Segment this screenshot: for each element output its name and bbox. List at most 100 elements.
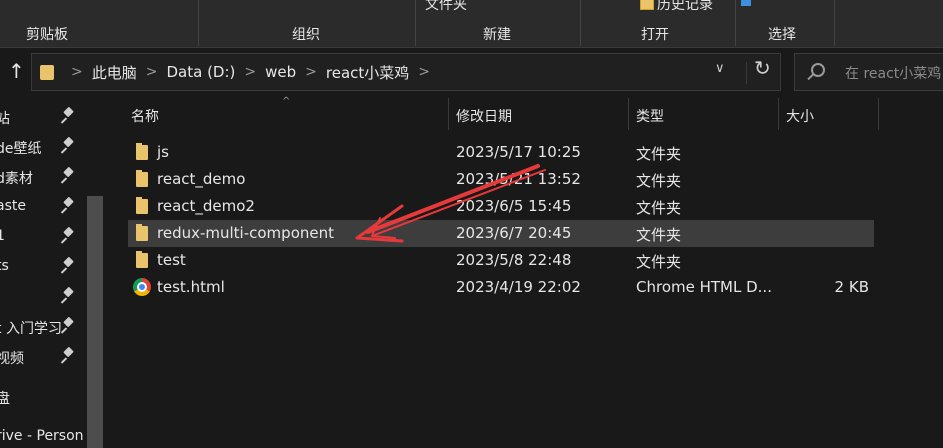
folder-icon xyxy=(136,143,148,160)
table-row[interactable]: test 2023/5/8 22:48 文件夹 xyxy=(128,247,874,274)
folder-icon xyxy=(136,224,148,241)
navigation-pane: 站 de壁纸 d素材 aste 1 ts t 入门学习 视频 盘 rive - … xyxy=(0,96,103,448)
file-name: react_demo xyxy=(157,170,246,188)
column-header-name[interactable]: 名称 xyxy=(128,96,448,132)
sidebar-item-label: rive - Person xyxy=(0,428,84,444)
history-icon xyxy=(640,0,654,10)
sidebar-item-label: 视频 xyxy=(0,351,24,367)
sidebar-item-label: 盘 xyxy=(0,391,10,407)
sidebar-item[interactable]: 视频 xyxy=(0,342,88,372)
folder-icon xyxy=(136,170,148,187)
breadcrumb-this-pc[interactable]: 此电脑 xyxy=(92,62,137,83)
breadcrumb-web[interactable]: web xyxy=(265,63,296,81)
chevron-down-icon[interactable]: ∨ xyxy=(715,61,725,76)
ribbon: 文件夹 历史记录 剪贴板 组织 新建 打开 选择 xyxy=(0,0,943,48)
chevron-right-icon[interactable]: > xyxy=(146,64,158,80)
ribbon-divider xyxy=(415,0,416,46)
refresh-icon[interactable]: ↻ xyxy=(754,56,771,80)
sidebar-item[interactable]: 站 xyxy=(0,102,88,132)
pin-icon xyxy=(62,286,74,304)
file-name: test.html xyxy=(157,278,225,296)
file-name: test xyxy=(157,251,186,269)
folder-icon xyxy=(136,197,148,214)
address-bar[interactable]: > 此电脑 > Data (D:) > web > react小菜鸡 > ∨ ↻ xyxy=(31,53,781,91)
sidebar-item[interactable]: 1 xyxy=(0,222,88,252)
chevron-right-icon[interactable]: > xyxy=(71,64,83,80)
chrome-icon xyxy=(133,278,151,296)
breadcrumb-react[interactable]: react小菜鸡 xyxy=(326,62,409,83)
sidebar-item-label: ts xyxy=(0,258,9,274)
new-folder-button[interactable]: 文件夹 xyxy=(425,0,467,14)
ribbon-divider xyxy=(580,0,581,46)
address-row: ↑ > 此电脑 > Data (D:) > web > react小菜鸡 > ∨… xyxy=(0,49,943,95)
ribbon-divider xyxy=(834,0,835,46)
sidebar-item-label: aste xyxy=(0,198,26,214)
ribbon-group-organize: 组织 xyxy=(292,27,320,43)
pin-icon xyxy=(62,346,74,364)
sidebar-item-label: de壁纸 xyxy=(0,141,42,157)
file-modified: 2023/5/17 10:25 xyxy=(456,143,581,161)
breadcrumb-data-drive[interactable]: Data (D:) xyxy=(166,63,235,81)
history-button[interactable]: 历史记录 xyxy=(640,0,713,14)
file-modified: 2023/5/21 13:52 xyxy=(456,170,581,188)
divider xyxy=(746,62,747,84)
column-header-type[interactable]: 类型 xyxy=(628,96,778,132)
column-header-size[interactable]: 大小 xyxy=(778,96,878,132)
history-label: 历史记录 xyxy=(657,0,713,13)
scrollbar-thumb[interactable] xyxy=(87,196,103,448)
chevron-right-icon[interactable]: > xyxy=(418,64,430,80)
table-row-selected[interactable]: redux-multi-component 2023/6/7 20:45 文件夹 xyxy=(128,220,874,247)
column-header-label: 名称 xyxy=(131,109,159,125)
column-header-modified[interactable]: 修改日期 xyxy=(448,96,628,132)
search-icon xyxy=(811,63,825,77)
sidebar-item[interactable]: t 入门学习 xyxy=(0,312,88,342)
file-modified: 2023/6/7 20:45 xyxy=(456,224,572,242)
chevron-right-icon[interactable]: > xyxy=(305,64,317,80)
sidebar-item[interactable]: d素材 xyxy=(0,162,88,192)
sidebar-item[interactable] xyxy=(0,282,88,312)
table-row[interactable]: js 2023/5/17 10:25 文件夹 xyxy=(128,139,874,166)
file-modified: 2023/5/8 22:48 xyxy=(456,251,572,269)
sidebar-item-label: 站 xyxy=(0,111,10,127)
column-header-label: 大小 xyxy=(786,109,814,125)
chevron-right-icon[interactable]: > xyxy=(244,64,256,80)
pin-icon xyxy=(62,106,74,124)
file-type: 文件夹 xyxy=(636,226,682,244)
search-placeholder: 在 react小菜鸡 xyxy=(845,66,942,82)
ribbon-group-clipboard: 剪贴板 xyxy=(26,27,68,43)
column-header-label: 修改日期 xyxy=(456,109,512,125)
file-list: ^ 名称 修改日期 类型 大小 js 2023/5/17 10:25 文件夹 r… xyxy=(103,96,943,448)
pin-icon xyxy=(62,256,74,274)
column-divider[interactable] xyxy=(878,98,879,130)
select-icon[interactable] xyxy=(741,0,751,6)
sidebar-item[interactable]: rive - Person xyxy=(0,422,88,448)
pin-icon xyxy=(62,166,74,184)
file-type: 文件夹 xyxy=(636,172,682,190)
pin-icon xyxy=(62,196,74,214)
column-header-label: 类型 xyxy=(636,109,664,125)
table-row[interactable]: test.html 2023/4/19 22:02 Chrome HTML D.… xyxy=(128,274,874,301)
search-input[interactable]: 在 react小菜鸡 xyxy=(794,53,943,91)
folder-icon xyxy=(136,251,148,268)
sidebar-item[interactable]: ts xyxy=(0,252,88,282)
table-row[interactable]: react_demo2 2023/6/5 15:45 文件夹 xyxy=(128,193,874,220)
table-row[interactable]: react_demo 2023/5/21 13:52 文件夹 xyxy=(128,166,874,193)
file-type: 文件夹 xyxy=(636,145,682,163)
file-name: js xyxy=(157,143,169,161)
file-name: redux-multi-component xyxy=(157,224,334,242)
file-type: 文件夹 xyxy=(636,199,682,217)
sidebar-item[interactable]: de壁纸 xyxy=(0,132,88,162)
sidebar-item[interactable]: aste xyxy=(0,192,88,222)
up-arrow-icon[interactable]: ↑ xyxy=(8,59,25,83)
ribbon-divider xyxy=(198,0,199,46)
pin-icon xyxy=(62,226,74,244)
ribbon-divider xyxy=(735,0,736,46)
sidebar-item-label: 1 xyxy=(0,228,5,244)
sidebar-item[interactable]: 盘 xyxy=(0,382,88,412)
file-modified: 2023/6/5 15:45 xyxy=(456,197,572,215)
ribbon-group-select: 选择 xyxy=(768,27,796,43)
ribbon-group-open: 打开 xyxy=(641,27,669,43)
ribbon-group-new: 新建 xyxy=(483,27,511,43)
file-type: Chrome HTML D... xyxy=(636,278,772,296)
file-modified: 2023/4/19 22:02 xyxy=(456,278,581,296)
